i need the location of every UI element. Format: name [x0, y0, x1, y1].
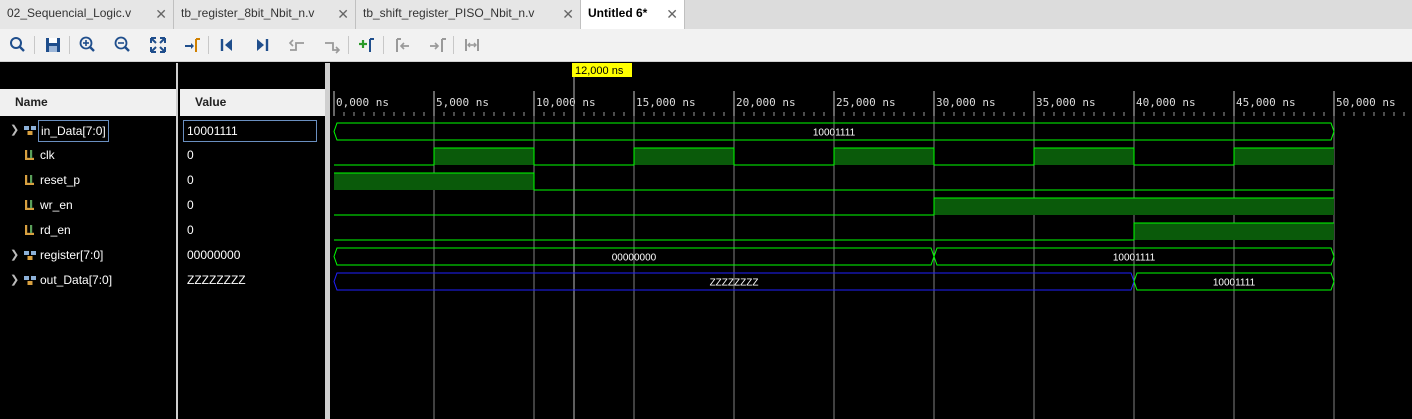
signal-name: wr_en [40, 198, 73, 212]
close-icon[interactable]: ✕ [155, 1, 167, 28]
zoom-out-icon[interactable] [113, 35, 133, 55]
high-level-fill [334, 173, 534, 190]
signal-row-register[interactable]: ❯ register[7:0] [0, 243, 176, 268]
ruler-tick-label: 45,000 ns [1236, 96, 1296, 109]
chevron-right-icon[interactable]: ❯ [10, 268, 19, 293]
ruler-tick-label: 30,000 ns [936, 96, 996, 109]
tab-label: 02_Sequencial_Logic.v [7, 6, 132, 20]
high-level-fill [634, 148, 734, 165]
signal-value: 0 [187, 223, 194, 237]
save-icon[interactable] [43, 35, 63, 55]
signal-row-wr-en[interactable]: wr_en [0, 193, 176, 218]
signal-name: register[7:0] [40, 248, 104, 262]
ruler-tick-label: 40,000 ns [1136, 96, 1196, 109]
ruler-tick-label: 20,000 ns [736, 96, 796, 109]
signal-name: out_Data[7:0] [40, 273, 113, 287]
signal-row-out-data[interactable]: ❯ out_Data[7:0] [0, 268, 176, 293]
tab-bar: 02_Sequencial_Logic.v ✕ tb_register_8bit… [0, 0, 1412, 29]
value-row: ZZZZZZZZ [187, 268, 246, 293]
ruler-tick-label: 10,000 ns [536, 96, 596, 109]
signal-name-panel: Name ❯ in_Data[7:0] clk reset_p wr_en rd… [0, 63, 178, 419]
previous-transition-icon[interactable] [287, 35, 307, 55]
ruler-tick-label: 35,000 ns [1036, 96, 1096, 109]
chevron-right-icon[interactable]: ❯ [10, 243, 19, 268]
signal-value: 0 [187, 198, 194, 212]
bus-signal-icon [24, 251, 36, 260]
bus-value-label: ZZZZZZZZ [710, 278, 759, 289]
search-icon[interactable] [8, 35, 28, 55]
go-to-time-zero-icon[interactable] [217, 35, 237, 55]
swap-cursors-icon[interactable] [462, 35, 482, 55]
signal-value-panel: Value 10001111 0 0 0 0 00000000 ZZZZZZZZ [178, 63, 326, 419]
tab-label: tb_register_8bit_Nbit_n.v [181, 6, 315, 20]
high-level-fill [934, 198, 1334, 215]
tab-label: tb_shift_register_PISO_Nbit_n.v [363, 6, 535, 20]
signal-row-reset-p[interactable]: reset_p [0, 168, 176, 193]
signal-row-clk[interactable]: clk [0, 143, 176, 168]
ruler-tick-label: 0,000 ns [336, 96, 389, 109]
bit-signal-icon [25, 225, 34, 235]
bit-signal-icon [25, 150, 34, 160]
previous-marker-icon[interactable] [392, 35, 412, 55]
tab-register-8bit[interactable]: tb_register_8bit_Nbit_n.v ✕ [174, 0, 356, 29]
add-marker-icon[interactable] [357, 35, 377, 55]
signal-value: ZZZZZZZZ [187, 273, 246, 287]
next-transition-icon[interactable] [322, 35, 342, 55]
tab-label: Untitled 6* [588, 6, 648, 20]
waveform-canvas[interactable]: 0,000 ns 5,000 ns 10,000 ns 15,000 ns 20,000… [330, 63, 1412, 419]
ruler-tick-label: 50,000 ns [1336, 96, 1396, 109]
bus-value-label: 10001111 [1113, 253, 1156, 264]
next-marker-icon[interactable] [427, 35, 447, 55]
ruler-tick-label: 15,000 ns [636, 96, 696, 109]
signal-name: rd_en [40, 223, 71, 237]
bus-value-label: 10001111 [1213, 278, 1256, 289]
value-row: 10001111 [178, 118, 326, 143]
signal-row-rd-en[interactable]: rd_en [0, 218, 176, 243]
bus-value-label: 10001111 [813, 128, 856, 139]
zoom-fit-icon[interactable] [148, 35, 168, 55]
close-icon[interactable]: ✕ [337, 1, 349, 28]
ruler-tick-label: 25,000 ns [836, 96, 896, 109]
signal-value: 0 [187, 173, 194, 187]
high-level-fill [434, 148, 534, 165]
name-column-header[interactable]: Name [0, 89, 176, 116]
bus-signal-icon [24, 126, 36, 135]
signal-name: reset_p [40, 173, 81, 187]
value-row: 0 [187, 143, 194, 168]
tab-shift-register[interactable]: tb_shift_register_PISO_Nbit_n.v ✕ [356, 0, 581, 29]
value-row: 0 [187, 218, 194, 243]
chevron-right-icon[interactable]: ❯ [10, 118, 19, 143]
signal-value: 00000000 [187, 248, 241, 262]
close-icon[interactable]: ✕ [666, 1, 678, 28]
value-row: 0 [187, 193, 194, 218]
ruler-tick-label: 5,000 ns [436, 96, 489, 109]
high-level-fill [1034, 148, 1134, 165]
bit-signal-icon [25, 175, 34, 185]
close-icon[interactable]: ✕ [562, 1, 574, 28]
signal-name: clk [40, 148, 55, 162]
go-to-last-time-icon[interactable] [252, 35, 272, 55]
cursor-time-label: 12,000 ns [575, 65, 624, 77]
signal-value: 10001111 [183, 120, 317, 142]
tab-untitled-6[interactable]: Untitled 6* ✕ [581, 0, 685, 29]
signal-value: 0 [187, 148, 194, 162]
bus-signal-icon [24, 276, 36, 285]
value-row: 00000000 [187, 243, 240, 268]
go-to-cursor-icon[interactable] [182, 35, 202, 55]
high-level-fill [1234, 148, 1334, 165]
signal-row-in-data[interactable]: ❯ in_Data[7:0] [0, 118, 176, 143]
high-level-fill [1134, 223, 1334, 240]
zoom-in-icon[interactable] [78, 35, 98, 55]
waveform-toolbar [0, 29, 1412, 62]
tab-sequencial-logic[interactable]: 02_Sequencial_Logic.v ✕ [0, 0, 174, 29]
signal-name: in_Data[7:0] [38, 120, 109, 142]
high-level-fill [834, 148, 934, 165]
bit-signal-icon [25, 200, 34, 210]
value-column-header[interactable]: Value [180, 89, 326, 116]
value-row: 0 [187, 168, 194, 193]
bus-value-label: 00000000 [612, 253, 657, 264]
